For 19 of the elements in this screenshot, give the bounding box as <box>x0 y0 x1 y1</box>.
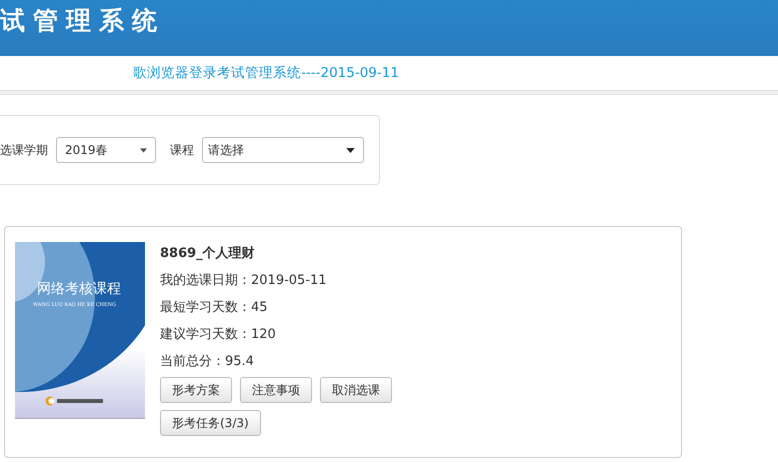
course-action-button[interactable]: 取消选课 <box>320 377 392 403</box>
system-title: 试管理系统 <box>0 5 165 37</box>
course-action-button[interactable]: 形考方案 <box>160 377 232 403</box>
logo-icon <box>45 396 105 406</box>
filter-label: 课程 <box>170 142 194 158</box>
course-detail: 最短学习天数：45 <box>160 299 268 317</box>
select-field[interactable]: 2019春 <box>56 137 156 163</box>
course-detail: 我的选课日期：2019-05-11 <box>160 272 327 290</box>
course-action-button[interactable]: 形考任务(3/3) <box>160 410 261 436</box>
caret-icon <box>346 148 355 152</box>
cover-title: 网络考核课程 <box>37 280 121 298</box>
course-detail: 当前总分：95.4 <box>160 353 254 371</box>
notice-text: 歌浏览器登录考试管理系统----2015-09-11 <box>133 64 399 82</box>
filter-label: 选课学期 <box>0 142 48 158</box>
select-field[interactable]: 请选择 <box>202 137 364 163</box>
course-detail: 建议学习天数：120 <box>160 326 276 344</box>
course-title: 8869_个人理财 <box>160 245 255 263</box>
caret-icon <box>140 148 147 152</box>
course-action-button[interactable]: 注意事项 <box>240 377 312 403</box>
